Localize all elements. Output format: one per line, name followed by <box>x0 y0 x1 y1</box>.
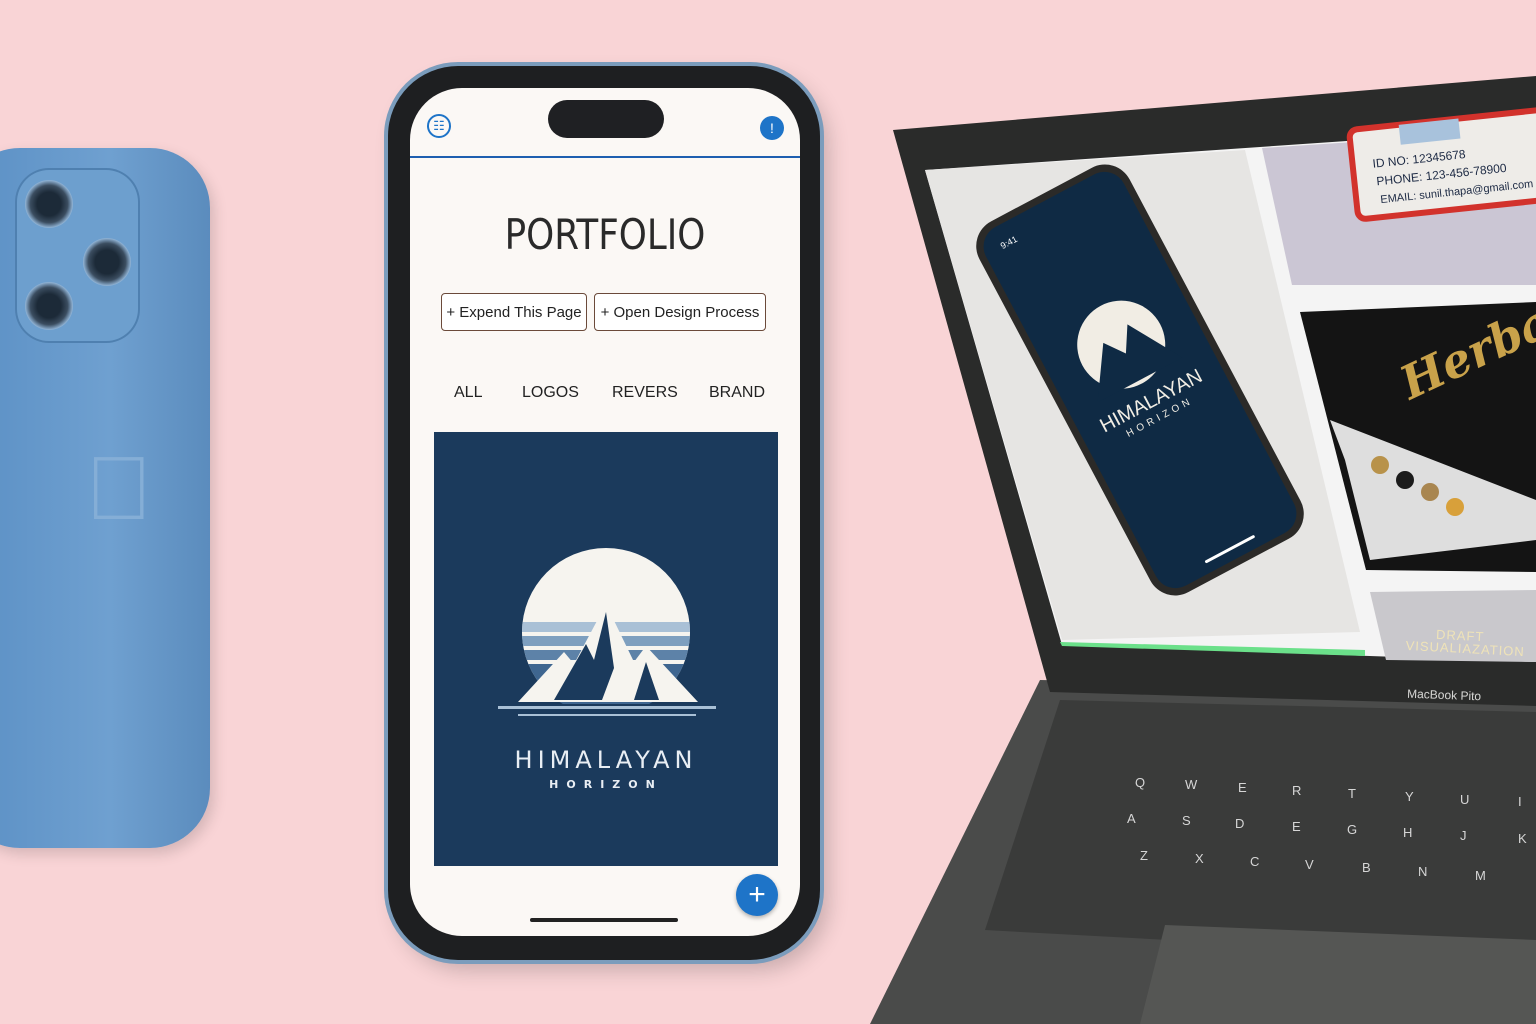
key-k[interactable]: K <box>1518 831 1527 846</box>
key-b[interactable]: B <box>1362 860 1371 875</box>
key-u[interactable]: U <box>1460 792 1469 807</box>
key-g[interactable]: G <box>1347 822 1357 837</box>
trackpad[interactable] <box>1140 925 1536 1024</box>
key-a[interactable]: A <box>1127 811 1136 826</box>
key-x[interactable]: X <box>1195 851 1204 866</box>
key-w[interactable]: W <box>1185 777 1198 792</box>
key-c[interactable]: C <box>1250 854 1259 869</box>
key-e2[interactable]: E <box>1292 819 1301 834</box>
key-z[interactable]: Z <box>1140 848 1148 863</box>
key-m[interactable]: M <box>1475 868 1486 883</box>
laptop-brand-label: MacBook Pito <box>1407 687 1482 704</box>
key-e[interactable]: E <box>1238 780 1247 795</box>
key-r[interactable]: R <box>1292 783 1301 798</box>
key-s[interactable]: S <box>1182 813 1191 828</box>
key-j[interactable]: J <box>1460 828 1467 843</box>
key-d[interactable]: D <box>1235 816 1244 831</box>
keyboard <box>985 700 1536 960</box>
key-n[interactable]: N <box>1418 864 1427 879</box>
key-t[interactable]: T <box>1348 786 1356 801</box>
key-q[interactable]: Q <box>1135 775 1145 790</box>
key-v[interactable]: V <box>1305 857 1314 872</box>
laptop-mockup: 9:41 HIMALAYAN HORIZON ID NO: 12345678 P… <box>870 76 1536 1024</box>
key-i[interactable]: I <box>1518 794 1522 809</box>
key-y[interactable]: Y <box>1405 789 1414 804</box>
key-h[interactable]: H <box>1403 825 1412 840</box>
